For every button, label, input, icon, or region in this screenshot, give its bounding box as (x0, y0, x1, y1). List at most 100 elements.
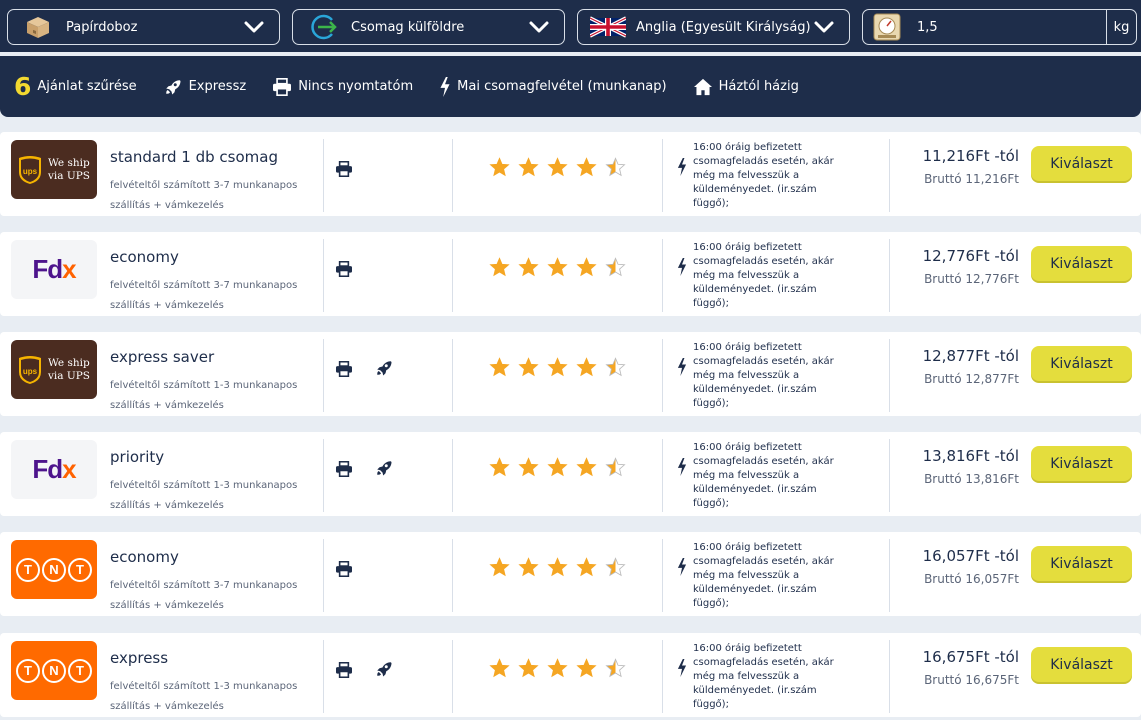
printer-icon (336, 161, 352, 177)
divider (323, 539, 324, 612)
offer-count: 6 (14, 72, 32, 101)
rating-stars (489, 257, 626, 278)
service-extras: szállítás + vámkezelés (110, 300, 224, 311)
divider (452, 239, 453, 312)
service-name: economy (110, 548, 179, 566)
service-description: felvételtől számított 3-7 munkanapos szál… (110, 276, 315, 316)
printer-icon (336, 361, 352, 377)
filter-today-pickup-label: Mai csomagfelvétel (munkanap) (457, 79, 667, 94)
star-icon (605, 157, 626, 177)
filter-today-pickup[interactable]: Mai csomagfelvétel (munkanap) (439, 76, 667, 97)
price: 12,776Ft -tól (922, 247, 1019, 265)
transit-time: felvételtől számított 3-7 munkanapos (110, 280, 298, 291)
printer-icon (336, 261, 352, 277)
arrow-circle-icon (305, 13, 341, 41)
star-icon (518, 357, 539, 377)
rating-stars (489, 357, 626, 378)
chevron-down-icon (244, 21, 264, 33)
star-icon (576, 457, 597, 477)
price: 11,216Ft -tól (922, 147, 1019, 165)
pickup-info: 16:00 óráig befizetett csomagfeladás ese… (693, 442, 834, 509)
star-icon (518, 257, 539, 277)
fedex-logo: Fdx (11, 240, 97, 299)
filter-no-printer[interactable]: Nincs nyomtatóm (272, 77, 414, 96)
printer-icon (336, 461, 352, 477)
gross-price: Bruttó 13,816Ft (924, 472, 1019, 486)
weight-input[interactable]: 1,5 kg (862, 9, 1137, 45)
star-icon (489, 157, 510, 177)
bolt-icon (677, 558, 687, 576)
price: 12,877Ft -tól (922, 347, 1019, 365)
service-description: felvételtől számított 1-3 munkanapos szál… (110, 677, 315, 717)
bolt-icon (440, 76, 450, 97)
service-name: standard 1 db csomag (110, 148, 278, 166)
star-icon (605, 357, 626, 377)
gross-price: Bruttó 12,877Ft (924, 372, 1019, 386)
box-icon (20, 13, 56, 41)
package-type-select[interactable]: Papírdoboz (7, 9, 280, 45)
star-icon (489, 257, 510, 277)
divider (662, 139, 663, 212)
route-select[interactable]: Csomag külföldre (292, 9, 565, 45)
rocket-icon (377, 461, 392, 476)
service-extras: szállítás + vámkezelés (110, 701, 224, 712)
service-description: felvételtől számított 1-3 munkanapos szál… (110, 476, 315, 516)
divider (662, 339, 663, 412)
star-icon (489, 357, 510, 377)
filter-no-printer-label: Nincs nyomtatóm (298, 79, 414, 94)
printer-icon (273, 77, 292, 96)
filter-title: Ajánlat szűrése (37, 79, 137, 94)
select-button[interactable]: Kiválaszt (1031, 246, 1132, 281)
price: 16,057Ft -tól (922, 547, 1019, 565)
divider (323, 439, 324, 512)
service-extras: szállítás + vámkezelés (110, 500, 224, 511)
offer-row: Fdx priority felvételtől számított 1-3 mu… (0, 432, 1141, 516)
tnt-letter: T (16, 658, 40, 683)
scale-icon (869, 13, 905, 41)
star-icon (576, 357, 597, 377)
service-name: express (110, 649, 169, 667)
star-icon (489, 457, 510, 477)
bolt-icon (677, 258, 687, 276)
star-icon (489, 658, 510, 678)
transit-time: felvételtől számított 3-7 munkanapos (110, 580, 298, 591)
fedex-x: x (62, 254, 77, 284)
star-icon (518, 658, 539, 678)
ups-shield-text: ups (23, 367, 38, 376)
filter-door-to-door[interactable]: Háztól házig (693, 78, 799, 96)
service-extras: szállítás + vámkezelés (110, 400, 224, 411)
price: 16,675Ft -tól (922, 648, 1019, 666)
service-name: express saver (110, 348, 215, 366)
offer-row: ups We ship via UPS express saver felvétel… (0, 332, 1141, 416)
home-icon (693, 78, 712, 95)
tnt-letter: N (42, 658, 66, 683)
uk-flag-icon (590, 13, 626, 41)
service-name: economy (110, 248, 179, 266)
weight-value: 1,5 (917, 19, 938, 35)
fedex-x: x (62, 454, 77, 484)
chevron-down-icon (814, 21, 834, 33)
fedex-fd: Fd (32, 254, 63, 284)
rating-stars (489, 457, 626, 478)
rocket-icon (377, 361, 392, 376)
destination-select[interactable]: Anglia (Egyesült Királyság) (577, 9, 850, 45)
divider (323, 239, 324, 312)
select-button[interactable]: Kiválaszt (1031, 446, 1132, 481)
select-button[interactable]: Kiválaszt (1031, 546, 1132, 581)
divider (662, 439, 663, 512)
star-icon (576, 257, 597, 277)
tnt-letter: T (68, 658, 92, 683)
divider (889, 640, 890, 713)
bolt-icon (677, 458, 687, 476)
service-description: felvételtől számított 3-7 munkanapos szál… (110, 576, 315, 616)
gross-price: Bruttó 16,057Ft (924, 572, 1019, 586)
service-description: felvételtől számított 3-7 munkanapos szál… (110, 176, 315, 216)
service-description: felvételtől számított 1-3 munkanapos szál… (110, 376, 315, 416)
top-selector-bar: Papírdoboz Csomag külföldre Anglia (Egye… (0, 0, 1141, 52)
route-label: Csomag külföldre (351, 19, 465, 35)
tnt-logo: T N T (11, 540, 97, 599)
filter-express[interactable]: Expressz (163, 78, 246, 96)
select-button[interactable]: Kiválaszt (1031, 346, 1132, 381)
select-button[interactable]: Kiválaszt (1031, 146, 1132, 181)
select-button[interactable]: Kiválaszt (1031, 647, 1132, 682)
